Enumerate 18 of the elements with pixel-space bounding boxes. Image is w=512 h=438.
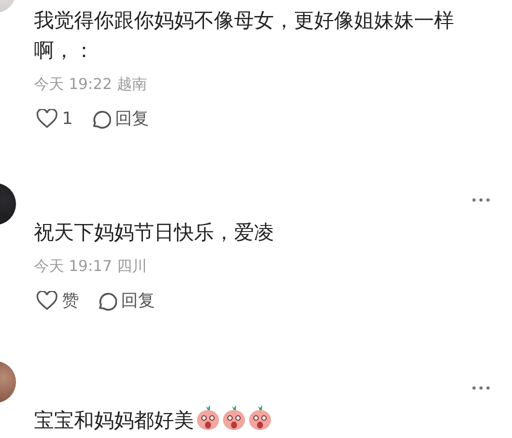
- peach-emoji-icon: [222, 405, 246, 431]
- comment-time: 今天 19:22: [34, 75, 112, 93]
- comment-text: 宝宝和妈妈都好美: [34, 405, 492, 435]
- peach-emoji-icon: [196, 405, 220, 431]
- more-options-icon[interactable]: [472, 386, 490, 390]
- like-button[interactable]: 1: [36, 107, 73, 131]
- reply-button[interactable]: 回复: [88, 107, 149, 131]
- reply-button[interactable]: 回复: [95, 289, 155, 313]
- like-button[interactable]: 赞: [36, 289, 79, 313]
- peach-emoji-icon: [248, 405, 272, 431]
- comment-location: 四川: [116, 257, 147, 275]
- heart-icon: [36, 109, 58, 129]
- comment-text: 我觉得你跟你妈妈不像母女，更好像姐妹妹一样啊，：: [34, 7, 455, 64]
- comment-text: 祝天下妈妈节日快乐，爱凌: [34, 219, 275, 246]
- more-options-icon[interactable]: [472, 198, 490, 202]
- heart-icon: [36, 291, 58, 311]
- comment-time: 今天 19:17: [34, 257, 112, 275]
- comment-location: 越南: [116, 75, 147, 93]
